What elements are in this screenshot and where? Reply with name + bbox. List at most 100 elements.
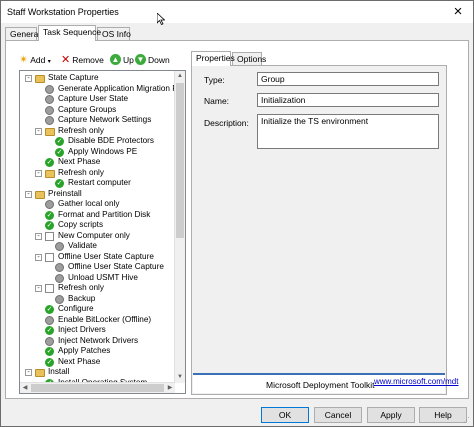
down-button[interactable]: ▼ Down (135, 53, 170, 67)
tree-item[interactable]: Gather local only (20, 199, 175, 210)
up-button[interactable]: ▲ Up (110, 53, 134, 67)
mouse-cursor-icon (157, 13, 165, 25)
tree-expander-icon[interactable]: - (25, 190, 32, 198)
add-label: Add (30, 55, 46, 65)
scroll-up-icon[interactable]: ▲ (175, 71, 185, 81)
checkbox-icon (45, 231, 54, 241)
checkmark-icon: ✓ (45, 305, 54, 314)
tree-item[interactable]: ✓ Next Phase (20, 357, 175, 368)
tree-item[interactable]: Capture User State (20, 94, 175, 105)
checkmark-icon: ✓ (55, 179, 64, 188)
tree-item-label: New Computer only (58, 230, 130, 240)
tree-item[interactable]: ✓ Disable BDE Protectors (20, 136, 175, 147)
tree-item[interactable]: - Offline User State Capture (20, 252, 175, 263)
tree-expander-icon[interactable]: - (25, 75, 32, 82)
tree-item-label: Apply Windows PE (68, 146, 138, 156)
gear-icon (45, 95, 54, 104)
vertical-scroll-thumb[interactable] (176, 83, 184, 238)
tree-expander-icon[interactable]: - (25, 369, 32, 376)
tree-item[interactable]: - Install (20, 367, 175, 378)
tree-item[interactable]: - Preinstall (20, 189, 175, 200)
tree-expander-icon[interactable]: - (35, 285, 42, 292)
tree-item[interactable]: Generate Application Migration File (20, 84, 175, 95)
cancel-button[interactable]: Cancel (314, 407, 362, 423)
tree-item[interactable]: Unload USMT Hive (20, 273, 175, 284)
tree-expander-icon[interactable]: - (35, 253, 42, 261)
tree-item-label: Backup (68, 293, 96, 303)
footer-link[interactable]: www.microsoft.com/mdt (374, 377, 458, 386)
tree-item[interactable]: ✓ Format and Partition Disk (20, 210, 175, 221)
tab-os-info[interactable]: OS Info (97, 27, 131, 40)
task-sequence-tree[interactable]: - State Capture Generate Application Migra… (19, 70, 186, 394)
tree-item-label: Configure (58, 304, 94, 313)
tree-item[interactable]: - Refresh only (20, 283, 175, 294)
description-field[interactable]: Initialize the TS environment (257, 114, 439, 149)
tree-item[interactable]: ✓ Restart computer (20, 178, 175, 189)
tree-item-label: Enable BitLocker (Offline) (58, 314, 152, 324)
tree-item[interactable]: - Refresh only (20, 168, 175, 179)
tree-expander-icon[interactable]: - (35, 232, 42, 240)
tree-vertical-scrollbar[interactable]: ▲ ▼ (174, 71, 185, 383)
tree-item[interactable]: Capture Network Settings (20, 115, 175, 126)
close-window-icon[interactable]: × (443, 1, 473, 23)
gear-icon (45, 116, 54, 125)
checkmark-icon: ✓ (55, 147, 64, 157)
tree-item[interactable]: ✓ Inject Drivers (20, 325, 175, 336)
tree-item[interactable]: Backup (20, 294, 175, 305)
tree-item-label: Inject Network Drivers (58, 335, 139, 345)
tree-item-label: Refresh only (58, 167, 104, 177)
checkmark-icon: ✓ (45, 326, 54, 335)
tree-item[interactable]: ✓ Next Phase (20, 157, 175, 168)
tab-task-sequence[interactable]: Task Sequence (38, 25, 101, 41)
name-field[interactable]: Initialization (257, 93, 439, 107)
tab-options[interactable]: Options (232, 52, 266, 65)
gear-icon (45, 315, 54, 325)
down-label: Down (148, 55, 170, 65)
tree-item[interactable]: Enable BitLocker (Offline) (20, 315, 175, 326)
down-arrow-icon: ▼ (135, 54, 146, 66)
tree-item-label: Generate Application Migration File (58, 83, 175, 93)
tab-general[interactable]: General (5, 27, 40, 40)
tree-horizontal-scrollbar[interactable]: ◀ ▶ (20, 382, 175, 393)
remove-button[interactable]: ✕ Remove (61, 53, 104, 67)
checkmark-icon: ✓ (45, 158, 54, 167)
ok-button[interactable]: OK (261, 407, 309, 423)
apply-button[interactable]: Apply (367, 407, 415, 423)
tree-item[interactable]: ✓ Configure (20, 304, 175, 315)
gear-icon (55, 242, 64, 251)
scroll-down-icon[interactable]: ▼ (175, 372, 185, 382)
tree-item[interactable]: Inject Network Drivers (20, 336, 175, 347)
tab-properties[interactable]: Properties (191, 51, 235, 66)
tree-item-label: Offline User State Capture (58, 251, 154, 261)
checkmark-icon: ✓ (45, 347, 54, 356)
folder-icon (35, 75, 45, 83)
scroll-right-icon[interactable]: ▶ (165, 383, 175, 393)
footer-brand: Microsoft Deployment Toolkit (266, 380, 375, 390)
tree-expander-icon[interactable]: - (35, 169, 42, 177)
tree-expander-icon[interactable]: - (35, 127, 42, 135)
tree-item[interactable]: ✓ Apply Patches (20, 346, 175, 357)
add-button[interactable]: ✴ Add ▾ (19, 53, 51, 67)
horizontal-scroll-thumb[interactable] (31, 384, 164, 392)
tree-item[interactable]: - New Computer only (20, 231, 175, 242)
tree-item[interactable]: Capture Groups (20, 105, 175, 116)
gear-icon (55, 273, 64, 283)
help-button[interactable]: Help (419, 407, 467, 423)
tree-item[interactable]: ✓ Apply Windows PE (20, 147, 175, 158)
folder-icon (35, 190, 45, 199)
properties-window: Staff Workstation Properties × General T… (0, 0, 474, 427)
tree-item-label: Next Phase (58, 356, 101, 366)
scroll-left-icon[interactable]: ◀ (20, 383, 30, 393)
checkbox-icon (45, 252, 54, 262)
type-field: Group (257, 72, 439, 86)
tree-item[interactable]: Validate (20, 241, 175, 252)
resize-grip-icon[interactable]: ⋰ (463, 416, 471, 424)
remove-x-icon: ✕ (61, 53, 71, 66)
tree-item-label: Inject Drivers (58, 325, 106, 334)
tree-item[interactable]: Offline User State Capture (20, 262, 175, 273)
tree-item[interactable]: ✓ Copy scripts (20, 220, 175, 231)
checkmark-icon: ✓ (45, 221, 54, 230)
tree-item[interactable]: - State Capture (20, 73, 175, 84)
description-label: Description: (204, 118, 249, 128)
tree-item[interactable]: - Refresh only (20, 126, 175, 137)
